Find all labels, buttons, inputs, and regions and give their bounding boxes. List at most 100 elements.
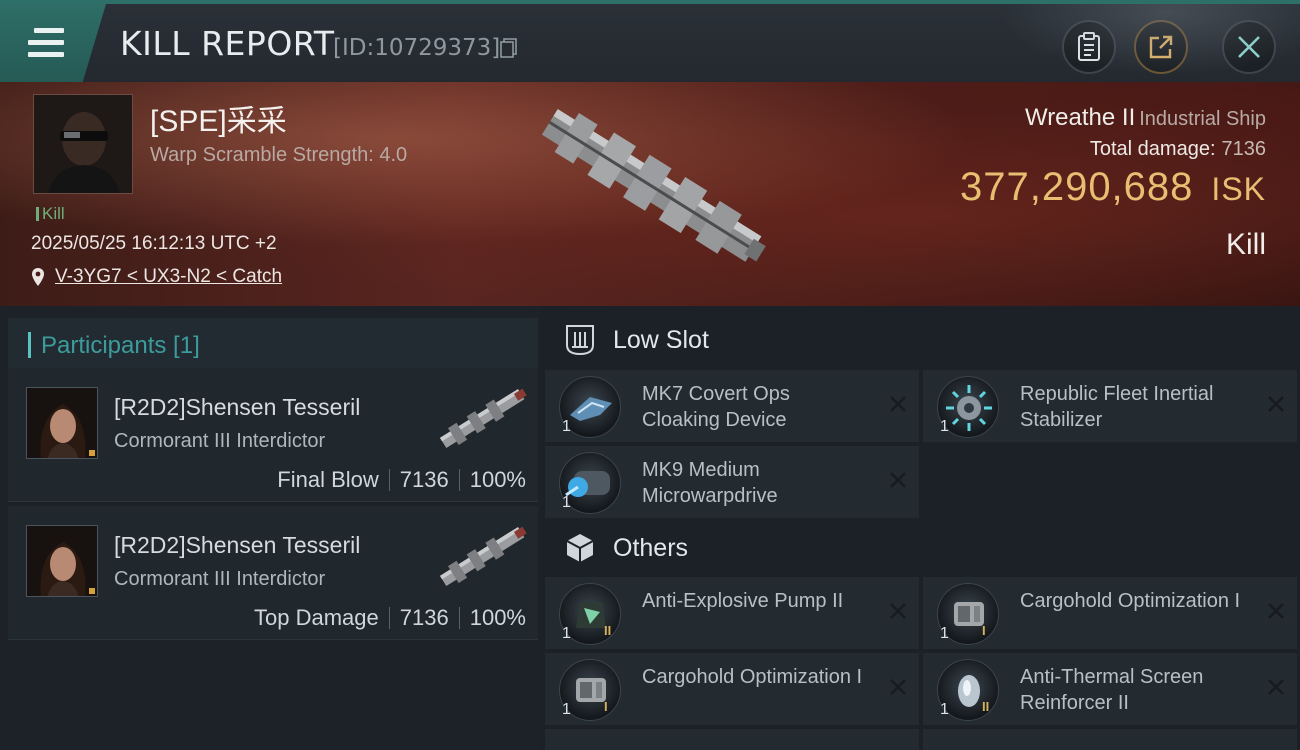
victim-ship-line: Wreathe II Industrial Ship [960, 104, 1266, 132]
module-slot[interactable]: 1 I Cargohold Optimization I [545, 653, 919, 725]
module-quantity: 1 [940, 625, 949, 642]
clipboard-icon [1078, 32, 1100, 61]
remove-icon[interactable] [1265, 600, 1287, 622]
cube-icon [566, 534, 594, 562]
tech-level-badge: II [604, 623, 612, 638]
location-pin-icon [32, 268, 44, 286]
kill-datetime: 2025/05/25 16:12:13 UTC +2 [31, 233, 277, 254]
module-name: Cargohold Optimization I [642, 666, 863, 688]
fitting-panel: Low Slot 1 MK7 Covert Ops Cloaking Devic… [541, 306, 1300, 750]
tech-level-badge: I [982, 623, 986, 638]
module-quantity: 1 [940, 701, 949, 718]
participant-stats: Top Damage 7136 100% [254, 605, 526, 631]
tab-participants-label: Participants [1] [41, 332, 200, 359]
participant-ship-image [439, 526, 527, 586]
victim-summary: Wreathe II Industrial Ship Total damage: 7… [960, 104, 1266, 262]
isk-value-line: 377,290,688 ISK [960, 165, 1266, 210]
remove-icon[interactable] [1265, 676, 1287, 698]
pilot-avatar [34, 95, 132, 193]
remove-icon[interactable] [887, 676, 909, 698]
participant-name[interactable]: [R2D2]Shensen Tesseril [114, 394, 360, 421]
warp-scramble-strength: Warp Scramble Strength: 4.0 [150, 144, 408, 166]
participant-avatar[interactable] [26, 387, 98, 459]
participant-row[interactable]: [R2D2]Shensen Tesseril Cormorant III Int… [8, 368, 538, 502]
participant-row[interactable]: [R2D2]Shensen Tesseril Cormorant III Int… [8, 506, 538, 640]
result-label: Kill [1225, 228, 1266, 261]
participant-percent: 100% [469, 467, 526, 492]
section-others: Others [541, 518, 1300, 578]
location-link[interactable]: V-3YG7 < UX3-N2 < Catch [55, 266, 282, 288]
remove-icon[interactable] [887, 469, 909, 491]
share-button[interactable] [1134, 20, 1188, 74]
participant-damage: 7136 [399, 467, 449, 492]
share-icon [1149, 35, 1173, 59]
attacker-portrait [27, 526, 97, 596]
module-slot[interactable]: 1 II Anti-Thermal Screen Reinforcer II [923, 653, 1297, 725]
kill-location: V-3YG7 < UX3-N2 < Catch [31, 266, 282, 288]
victim-ship-name[interactable]: Wreathe II [1025, 104, 1135, 131]
tech-level-badge: I [604, 699, 608, 714]
victim-ship-class: Industrial Ship [1139, 108, 1266, 130]
total-damage: Total damage: 7136 [960, 138, 1266, 161]
section-low-slot-label: Low Slot [613, 325, 709, 354]
hamburger-icon [28, 28, 64, 57]
divider [388, 607, 390, 629]
participant-ship-image [439, 388, 527, 448]
module-name: Cargohold Optimization I [1020, 590, 1241, 612]
module-quantity: 1 [940, 418, 949, 435]
close-icon [1238, 36, 1260, 58]
tab-accent [28, 332, 31, 358]
module-quantity: 1 [562, 494, 571, 511]
divider [388, 469, 390, 491]
kill-report-window: KILL REPORT [ID:10729373] [SPE]采采 Warp S… [0, 0, 1300, 750]
module-name: Republic Fleet Inertial Stabilizer [1020, 383, 1214, 431]
module-quantity: 1 [562, 418, 571, 435]
section-others-label: Others [613, 533, 689, 562]
remove-icon[interactable] [887, 600, 909, 622]
page-title: KILL REPORT [120, 24, 335, 63]
participant-role: Final Blow [277, 467, 379, 492]
divider [458, 607, 460, 629]
close-button[interactable] [1222, 20, 1276, 74]
low-slot-icon [566, 325, 594, 356]
module-name: MK9 Medium Microwarpdrive [642, 459, 778, 507]
victim-ship-image[interactable] [510, 88, 790, 288]
report-id: [ID:10729373] [333, 35, 501, 61]
module-slot[interactable]: 1 II Anti-Explosive Pump II [545, 577, 919, 649]
module-quantity: 1 [562, 625, 571, 642]
participant-avatar[interactable] [26, 525, 98, 597]
participant-ship: Cormorant III Interdictor [114, 430, 326, 452]
module-slot-partial[interactable] [923, 729, 1297, 750]
attacker-portrait [27, 388, 97, 458]
remove-icon[interactable] [887, 393, 909, 415]
copy-icon[interactable] [500, 38, 518, 58]
tab-participants[interactable]: Participants [1] [8, 318, 538, 372]
module-slot[interactable]: 1 Republic Fleet Inertial Stabilizer [923, 370, 1297, 442]
participants-panel: Participants [1] [R2D2]Shensen Tesseril … [0, 306, 541, 750]
victim-pilot-name[interactable]: [SPE]采采 [150, 96, 287, 140]
section-low-slot: Low Slot [541, 310, 1300, 370]
victim-portrait[interactable] [33, 94, 133, 194]
total-damage-label: Total damage: [1089, 138, 1216, 160]
participant-percent: 100% [469, 605, 526, 630]
module-slot[interactable]: 1 MK7 Covert Ops Cloaking Device [545, 370, 919, 442]
status-badge-label: Kill [42, 204, 65, 223]
participant-role: Top Damage [254, 605, 379, 630]
menu-button[interactable] [0, 4, 106, 82]
module-slot[interactable]: 1 MK9 Medium Microwarpdrive [545, 446, 919, 518]
module-slot-partial[interactable] [545, 729, 919, 750]
status-badge: Kill [36, 204, 65, 224]
participant-ship: Cormorant III Interdictor [114, 568, 326, 590]
remove-icon[interactable] [1265, 393, 1287, 415]
module-name: Anti-Thermal Screen Reinforcer II [1020, 666, 1204, 714]
participant-name[interactable]: [R2D2]Shensen Tesseril [114, 532, 360, 559]
participant-stats: Final Blow 7136 100% [277, 467, 526, 493]
clipboard-button[interactable] [1062, 20, 1116, 74]
module-slot[interactable]: 1 I Cargohold Optimization I [923, 577, 1297, 649]
participant-damage: 7136 [399, 605, 449, 630]
module-name: Anti-Explosive Pump II [642, 590, 844, 612]
module-quantity: 1 [562, 701, 571, 718]
divider [458, 469, 460, 491]
top-bar: KILL REPORT [ID:10729373] [0, 0, 1300, 86]
total-damage-value: 7136 [1221, 138, 1267, 160]
